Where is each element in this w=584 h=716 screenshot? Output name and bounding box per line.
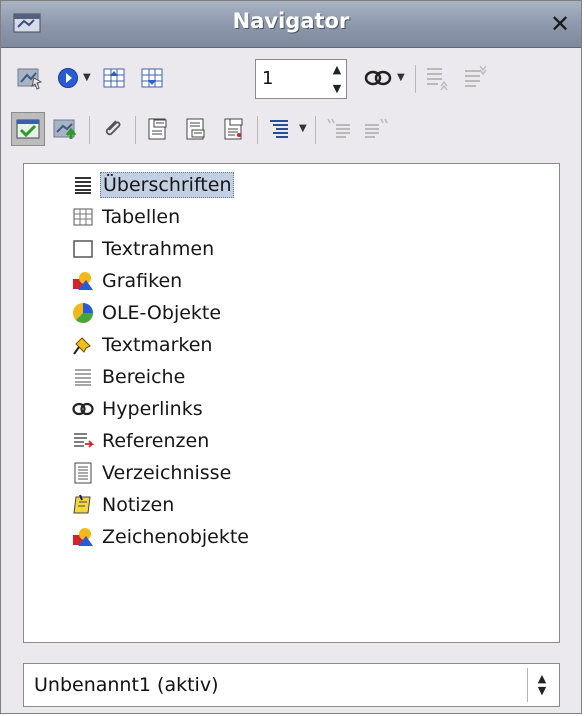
page-number-value[interactable]: 1 (262, 68, 273, 89)
ole-object-icon (72, 302, 94, 324)
document-select[interactable]: Unbenannt1 (aktiv) ▲ ▼ (23, 663, 560, 707)
promote-chapter-icon (324, 117, 352, 141)
list-box-toggle-button[interactable] (49, 112, 83, 146)
tree-item-bookmarks[interactable]: Textmarken (72, 330, 214, 360)
promote-chapter-button[interactable] (321, 112, 355, 146)
sections-icon (72, 366, 94, 388)
footer-icon (184, 117, 208, 141)
tree-item-notes[interactable]: Notizen (72, 490, 176, 520)
list-box-toggle-icon (53, 117, 79, 141)
notes-icon (72, 494, 94, 516)
tree-item-label: Bereiche (102, 366, 186, 388)
tree-item-graphics[interactable]: Grafiken (72, 266, 184, 296)
close-button[interactable]: ✕ (547, 11, 573, 37)
select-down-icon[interactable]: ▼ (538, 685, 546, 697)
table-icon (72, 206, 94, 228)
document-select-value: Unbenannt1 (aktiv) (34, 674, 219, 696)
frame-icon (72, 238, 94, 260)
header-icon (146, 117, 170, 141)
navigation-button[interactable] (51, 61, 85, 95)
drawing-objects-icon (72, 526, 94, 548)
headings-icon (72, 174, 94, 196)
content-view-button[interactable] (11, 112, 45, 146)
tree-item-label: Verzeichnisse (102, 462, 232, 484)
heading-levels-icon (267, 117, 293, 141)
tree-item-sections[interactable]: Bereiche (72, 362, 187, 392)
navigation-dropdown-icon[interactable]: ▼ (83, 73, 91, 83)
tree-item-ole-objects[interactable]: OLE-Objekte (72, 298, 223, 328)
page-spinner[interactable]: 1 ▲ ▼ (255, 59, 347, 99)
heading-levels-button[interactable] (263, 112, 297, 146)
indexes-icon (72, 462, 94, 484)
demote-level-icon (462, 65, 490, 91)
footer-button[interactable] (179, 112, 213, 146)
promote-level-icon (424, 65, 452, 91)
tree-item-label: Überschriften (100, 172, 235, 198)
toolbar-separator (315, 116, 316, 144)
demote-chapter-button[interactable] (359, 112, 393, 146)
tree-item-headings[interactable]: Überschriften (72, 170, 235, 200)
navigator-toolbar-top: ▼ 1 ▲ ▼ ▼ (1, 55, 581, 105)
content-tree[interactable]: Überschriften Tabellen Textrahmen Grafik… (23, 163, 560, 643)
drag-mode-icon (364, 67, 392, 89)
next-object-button[interactable] (135, 61, 169, 95)
document-select-spinner[interactable]: ▲ ▼ (527, 668, 556, 702)
references-icon (72, 430, 94, 452)
spin-up-icon[interactable]: ▲ (333, 63, 341, 76)
bookmark-icon (72, 334, 94, 356)
tree-item-references[interactable]: Referenzen (72, 426, 211, 456)
tree-item-label: Tabellen (102, 206, 181, 228)
tree-item-label: Notizen (102, 494, 175, 516)
graphics-icon (72, 270, 94, 292)
next-object-icon (140, 66, 164, 90)
tree-item-label: Grafiken (102, 270, 183, 292)
toolbar-separator (89, 116, 90, 144)
navigator-window: Navigator ✕ ▼ 1 ▲ ▼ ▼ ▼ Überschriften Ta… (0, 0, 582, 714)
reminder-button[interactable] (95, 112, 129, 146)
heading-levels-dropdown-icon[interactable]: ▼ (299, 124, 307, 134)
promote-level-button[interactable] (421, 61, 455, 95)
header-button[interactable] (141, 112, 175, 146)
drag-mode-button[interactable] (361, 61, 395, 95)
anchor-icon (222, 117, 246, 141)
navigation-toggle-button[interactable] (13, 61, 47, 95)
demote-level-button[interactable] (459, 61, 493, 95)
tree-item-drawing-objects[interactable]: Zeichenobjekte (72, 522, 251, 552)
tree-item-label: OLE-Objekte (102, 302, 222, 324)
tree-item-label: Referenzen (102, 430, 210, 452)
spin-down-icon[interactable]: ▼ (333, 82, 341, 95)
window-title: Navigator (232, 9, 350, 33)
spinner-arrows[interactable]: ▲ ▼ (330, 63, 344, 95)
title-bar[interactable]: Navigator ✕ (1, 1, 581, 48)
tree-item-tables[interactable]: Tabellen (72, 202, 182, 232)
tree-item-label: Hyperlinks (102, 398, 203, 420)
drag-mode-dropdown-icon[interactable]: ▼ (397, 73, 405, 83)
demote-chapter-icon (362, 117, 390, 141)
tree-item-label: Zeichenobjekte (102, 526, 249, 548)
navigator-toolbar-bottom: ▼ (1, 106, 581, 156)
content-view-icon (16, 118, 40, 140)
previous-object-button[interactable] (97, 61, 131, 95)
anchor-text-button[interactable] (217, 112, 251, 146)
navigation-icon (56, 66, 80, 90)
tree-item-indexes[interactable]: Verzeichnisse (72, 458, 233, 488)
tree-item-hyperlinks[interactable]: Hyperlinks (72, 394, 205, 424)
tree-item-frames[interactable]: Textrahmen (72, 234, 216, 264)
toolbar-separator (257, 116, 258, 144)
reminder-icon (100, 117, 124, 141)
toolbar-separator (135, 116, 136, 144)
tree-item-label: Textmarken (102, 334, 213, 356)
tree-item-label: Textrahmen (102, 238, 215, 260)
toolbar-separator (415, 65, 416, 93)
navigation-toggle-icon (17, 66, 43, 90)
hyperlink-icon (72, 398, 94, 420)
previous-object-icon (102, 66, 126, 90)
